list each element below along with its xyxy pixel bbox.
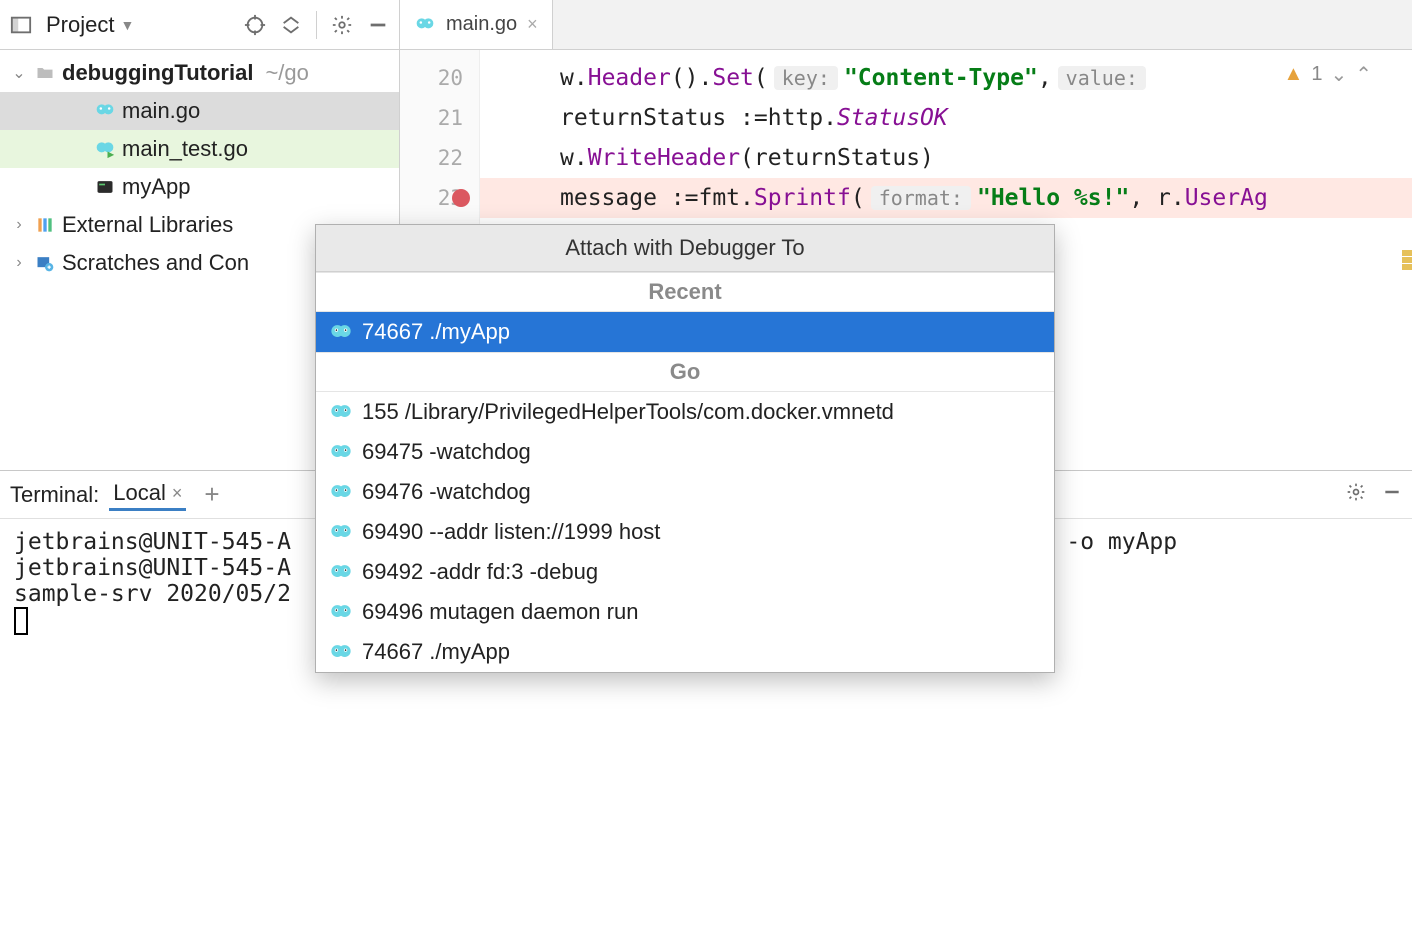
gear-icon[interactable]	[331, 14, 353, 36]
project-label: Project	[46, 12, 114, 38]
close-icon[interactable]: ×	[527, 14, 538, 35]
popup-process-item[interactable]: 69476 -watchdog	[316, 472, 1054, 512]
popup-process-item[interactable]: 69490 --addr listen://1999 host	[316, 512, 1054, 552]
popup-section-header: Recent	[316, 272, 1054, 312]
tree-root[interactable]: ⌄ debuggingTutorial ~/go	[0, 54, 399, 92]
breakpoint-icon[interactable]	[452, 189, 470, 207]
terminal-cursor	[14, 607, 28, 635]
error-stripe[interactable]	[1400, 50, 1412, 470]
popup-process-item[interactable]: 69475 -watchdog	[316, 432, 1054, 472]
code-line: w.Header().Set(key:"Content-Type",value:	[480, 58, 1412, 98]
terminal-title: Terminal:	[10, 482, 99, 508]
tree-item-label: Scratches and Con	[62, 250, 249, 276]
popup-item-label: 69475 -watchdog	[362, 439, 531, 465]
target-icon[interactable]	[244, 14, 266, 36]
tree-item-label: myApp	[122, 174, 190, 200]
scratches-icon	[34, 252, 56, 274]
project-view-icon[interactable]	[10, 14, 32, 36]
editor-tabs: main.go ×	[400, 0, 1412, 50]
tree-item-label: main.go	[122, 98, 200, 124]
line-number: 20	[438, 66, 463, 90]
library-icon	[34, 214, 56, 236]
gear-icon[interactable]	[1346, 482, 1366, 508]
gopher-icon	[330, 441, 352, 463]
terminal-tab-local[interactable]: Local ×	[109, 478, 186, 511]
term-line: sample-srv 2020/05/2	[14, 581, 291, 607]
binary-file-icon	[94, 176, 116, 198]
project-dropdown[interactable]: Project ▼	[38, 8, 142, 42]
term-line: jetbrains@UNIT-545-A	[14, 555, 291, 581]
popup-process-item[interactable]: 74667 ./myApp	[316, 312, 1054, 352]
go-file-icon	[414, 14, 436, 36]
tree-file-myapp[interactable]: myApp	[0, 168, 399, 206]
sidebar-header: Project ▼	[0, 0, 399, 50]
code-line: message := fmt.Sprintf(format:"Hello %s!…	[480, 178, 1412, 218]
close-icon[interactable]: ×	[172, 483, 183, 504]
term-line: jetbrains@UNIT-545-A	[14, 529, 291, 555]
popup-process-item[interactable]: 69492 -addr fd:3 -debug	[316, 552, 1054, 592]
folder-icon	[34, 62, 56, 84]
tab-main-go[interactable]: main.go ×	[400, 0, 553, 49]
popup-process-item[interactable]: 74667 ./myApp	[316, 632, 1054, 672]
popup-item-label: 74667 ./myApp	[362, 639, 510, 665]
tree-root-path: ~/go	[265, 60, 308, 86]
warning-count: 1	[1311, 63, 1322, 86]
popup-item-label: 74667 ./myApp	[362, 319, 510, 345]
go-test-file-icon	[94, 138, 116, 160]
code-line: returnStatus := http.StatusOK	[480, 98, 1412, 138]
chevron-down-icon: ⌄	[10, 63, 28, 83]
popup-item-label: 69496 mutagen daemon run	[362, 599, 638, 625]
popup-title: Attach with Debugger To	[316, 225, 1054, 272]
collapse-icon[interactable]	[280, 14, 302, 36]
tree-file-main-test-go[interactable]: main_test.go	[0, 130, 399, 168]
gopher-icon	[330, 641, 352, 663]
chevron-down-icon: ▼	[120, 17, 134, 33]
attach-debugger-popup: Attach with Debugger To Recent 74667 ./my…	[315, 224, 1055, 673]
chevron-right-icon: ›	[10, 216, 28, 234]
popup-section-header: Go	[316, 352, 1054, 392]
chevron-up-icon[interactable]: ⌃	[1355, 62, 1372, 87]
gopher-icon	[330, 401, 352, 423]
code-line: w.WriteHeader(returnStatus)	[480, 138, 1412, 178]
popup-item-label: 155 /Library/PrivilegedHelperTools/com.d…	[362, 399, 894, 425]
popup-item-label: 69490 --addr listen://1999 host	[362, 519, 660, 545]
popup-process-item[interactable]: 69496 mutagen daemon run	[316, 592, 1054, 632]
popup-process-item[interactable]: 155 /Library/PrivilegedHelperTools/com.d…	[316, 392, 1054, 432]
gopher-icon	[330, 601, 352, 623]
terminal-tab-label: Local	[113, 480, 166, 506]
gopher-icon	[330, 521, 352, 543]
popup-item-label: 69476 -watchdog	[362, 479, 531, 505]
chevron-right-icon: ›	[10, 254, 28, 272]
gopher-icon	[330, 481, 352, 503]
line-number: 21	[438, 106, 463, 130]
tree-item-label: External Libraries	[62, 212, 233, 238]
add-terminal-button[interactable]: +	[204, 479, 219, 510]
minimize-icon[interactable]	[1382, 482, 1402, 508]
gopher-icon	[330, 321, 352, 343]
warning-icon: ▲	[1284, 63, 1304, 86]
inspection-widget[interactable]: ▲ 1 ⌄ ⌃	[1284, 62, 1372, 87]
go-file-icon	[94, 100, 116, 122]
minimize-icon[interactable]	[367, 14, 389, 36]
chevron-down-icon[interactable]: ⌄	[1330, 62, 1347, 87]
tree-root-name: debuggingTutorial	[62, 60, 253, 86]
tree-item-label: main_test.go	[122, 136, 248, 162]
tab-label: main.go	[446, 13, 517, 36]
popup-item-label: 69492 -addr fd:3 -debug	[362, 559, 598, 585]
gopher-icon	[330, 561, 352, 583]
tree-file-main-go[interactable]: main.go	[0, 92, 399, 130]
line-number: 22	[438, 146, 463, 170]
